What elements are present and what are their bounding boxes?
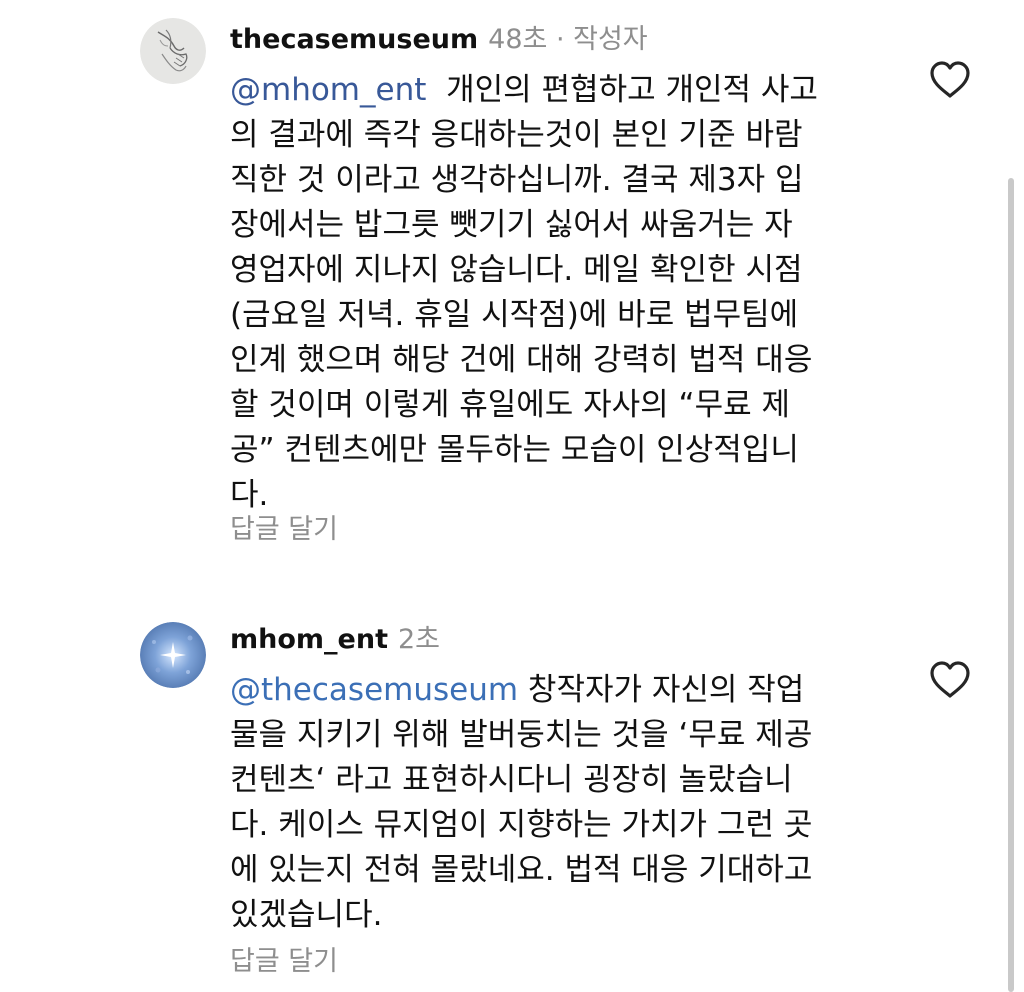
heart-outline-icon bbox=[930, 61, 970, 98]
scrollbar[interactable] bbox=[1008, 178, 1014, 992]
comment-line: 의 결과에 즉각 응대하는것이 본인 기준 바람 bbox=[230, 117, 803, 153]
comment-line: 공” 컨텐츠에만 몰두하는 모습이 인상적입니 bbox=[230, 432, 799, 468]
comment-line: @mhom_ent 개인의 편협하고 개인적 사고 bbox=[230, 72, 818, 108]
comment-header: mhom_ent 2초 bbox=[230, 622, 440, 658]
author-badge: · 작성자 bbox=[547, 24, 648, 55]
sketch-avatar-icon bbox=[140, 18, 206, 84]
avatar-thecasemuseum[interactable] bbox=[140, 18, 206, 84]
mention-link[interactable]: @thecasemuseum bbox=[230, 672, 518, 708]
heart-outline-icon bbox=[930, 661, 970, 698]
reply-button[interactable]: 답글 달기 bbox=[230, 512, 338, 548]
comment-line: 영업자에 지나지 않습니다. 메일 확인한 시점 bbox=[230, 252, 803, 288]
username[interactable]: thecasemuseum bbox=[230, 24, 478, 55]
comment-line: @thecasemuseum 창작자가 자신의 작업 bbox=[230, 672, 805, 708]
comment-line: 에 있는지 전혀 몰랐네요. 법적 대응 기대하고 bbox=[230, 852, 813, 888]
comment-text: @thecasemuseum 창작자가 자신의 작업 물을 지키기 위해 발버둥… bbox=[230, 668, 890, 938]
comment-line: (금요일 저녁. 휴일 시작점)에 바로 법무팀에 bbox=[230, 297, 799, 333]
comment-header: thecasemuseum 48초 · 작성자 bbox=[230, 22, 648, 58]
comment-line: 직한 것 이라고 생각하십니까. 결국 제3자 입 bbox=[230, 162, 804, 198]
timestamp: 2초 bbox=[397, 624, 441, 655]
comment-line: 컨텐츠‘ 라고 표현하시다니 굉장히 놀랐습니 bbox=[230, 762, 793, 798]
comment-line: 있겠습니다. bbox=[230, 897, 383, 933]
comments-page: thecasemuseum 48초 · 작성자 @mhom_ent 개인의 편협하… bbox=[0, 0, 1024, 992]
username[interactable]: mhom_ent bbox=[230, 624, 388, 655]
reply-button[interactable]: 답글 달기 bbox=[230, 944, 338, 980]
avatar-mhom-ent[interactable] bbox=[140, 622, 206, 688]
comment-line: 물을 지키기 위해 발버둥치는 것을 ‘무료 제공 bbox=[230, 717, 813, 753]
like-button[interactable] bbox=[928, 60, 972, 100]
timestamp: 48초 bbox=[488, 24, 548, 55]
mention-link[interactable]: @mhom_ent bbox=[230, 72, 426, 108]
comment-line: 인계 했으며 해당 건에 대해 강력히 법적 대응 bbox=[230, 342, 813, 378]
sparkle-avatar-icon bbox=[140, 622, 206, 688]
comment-line: 할 것이며 이렇게 휴일에도 자사의 “무료 제 bbox=[230, 387, 791, 423]
comment-text: @mhom_ent 개인의 편협하고 개인적 사고 의 결과에 즉각 응대하는것… bbox=[230, 68, 890, 518]
comment-line: 장에서는 밥그릇 뺏기기 싫어서 싸움거는 자 bbox=[230, 207, 793, 243]
comment-line: 다. 케이스 뮤지엄이 지향하는 가치가 그런 곳 bbox=[230, 807, 813, 843]
like-button[interactable] bbox=[928, 660, 972, 700]
